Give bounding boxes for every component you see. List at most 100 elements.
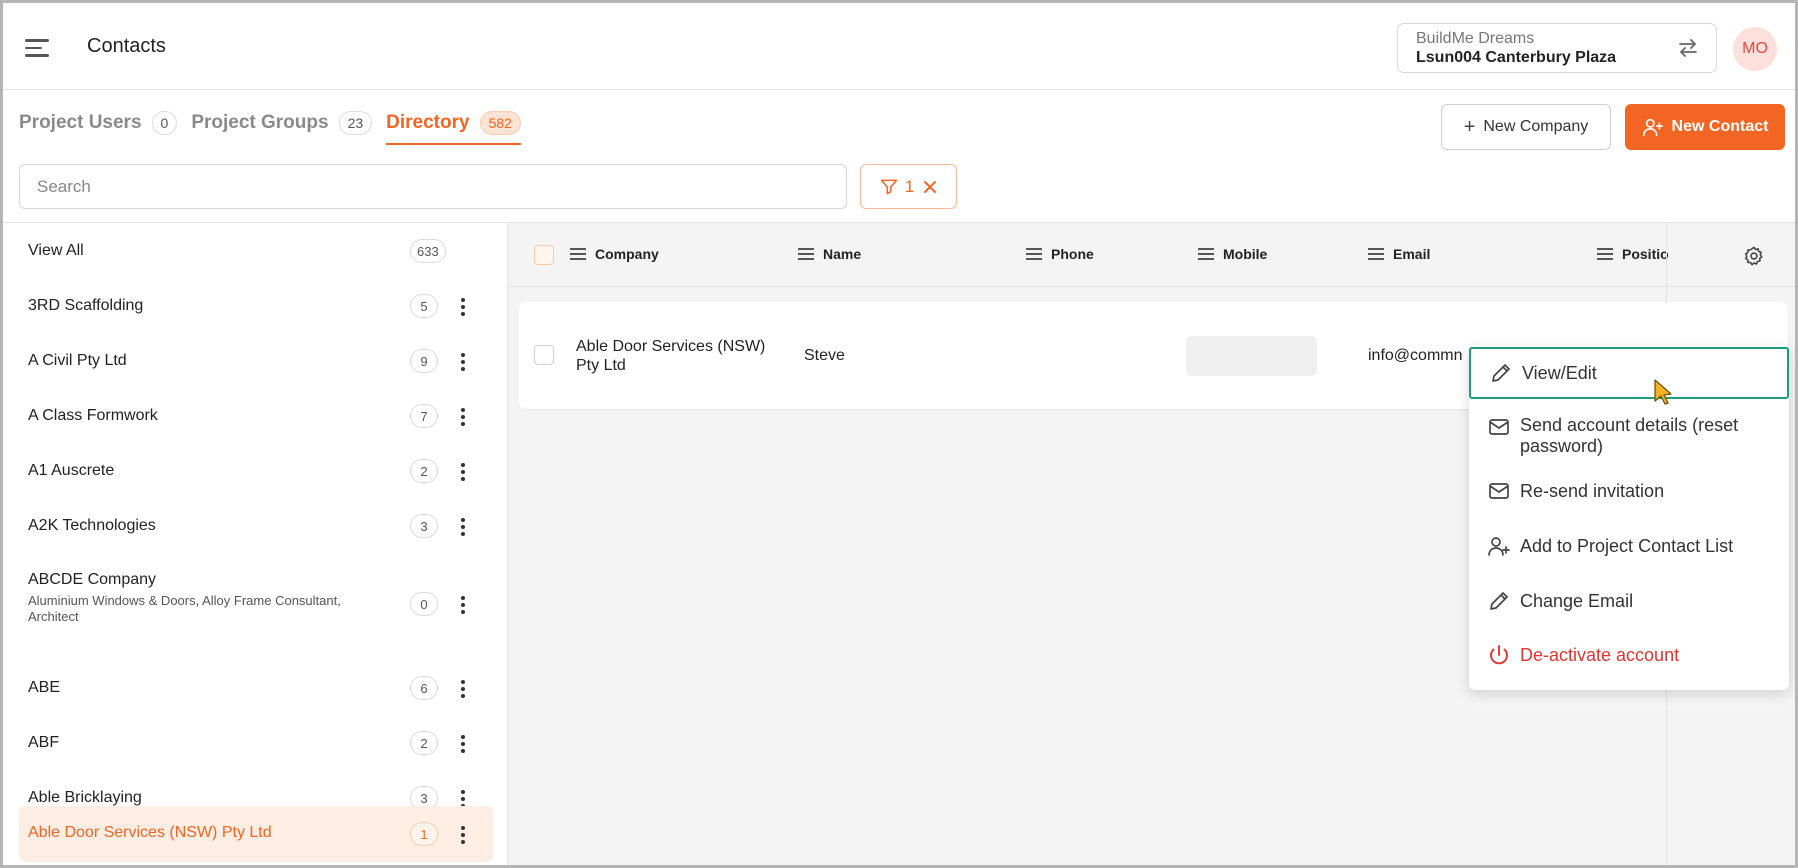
pencil-icon [1490,592,1508,610]
sidebar-item-label: A2K Technologies [28,517,156,534]
contact-tabs: Project Users 0 Project Groups 23 Direct… [19,111,535,151]
sidebar-item-a-class-formwork[interactable]: A Class Formwork 7 [19,361,493,428]
menu-item-change-email[interactable]: Change Email [1469,589,1789,623]
menu-item-send-account-details[interactable]: Send account details (reset password) [1469,415,1789,461]
new-contact-button[interactable]: New Contact [1625,104,1785,150]
more-options-icon[interactable] [459,824,467,845]
close-icon[interactable] [922,179,938,195]
avatar[interactable]: MO [1733,27,1777,71]
new-company-label: New Company [1483,118,1589,135]
menu-item-view-edit[interactable]: View/Edit [1469,347,1789,399]
top-header: Contacts BuildMe Dreams Lsun004 Canterbu… [3,3,1795,90]
column-phone[interactable]: Phone [1026,245,1094,263]
tab-label: Project Groups [191,112,329,133]
mail-icon [1489,419,1509,435]
column-label: Company [595,246,659,262]
column-label: Email [1393,246,1431,262]
project-switcher[interactable]: BuildMe Dreams Lsun004 Canterbury Plaza [1397,23,1717,73]
column-position[interactable]: Positio [1597,245,1669,263]
drag-handle-icon [1026,245,1042,263]
search-input[interactable] [19,164,847,209]
funnel-icon [880,179,898,194]
drag-handle-icon [798,245,814,263]
sidebar-item-able-door-services[interactable]: Able Door Services (NSW) Pty Ltd 1 [19,806,493,862]
company-line: Pty Ltd [576,357,626,374]
app-window: Contacts BuildMe Dreams Lsun004 Canterbu… [0,0,1798,868]
email-cell: info@commn [1368,347,1463,364]
plus-icon: + [1463,115,1476,138]
sidebar-item-3rd-scaffolding[interactable]: 3RD Scaffolding 5 [19,251,493,318]
page-title: Contacts [87,35,166,57]
power-icon [1490,645,1508,665]
select-all-checkbox[interactable] [534,245,554,265]
project-name: Lsun004 Canterbury Plaza [1416,49,1617,66]
tab-label: Directory [386,112,470,133]
sidebar-item-subtitle: Aluminium Windows & Doors, Alloy Frame C… [28,593,341,624]
column-label: Phone [1051,246,1094,262]
sidebar-item-a2k-technologies[interactable]: A2K Technologies 3 [19,471,493,538]
gear-icon[interactable] [1743,245,1765,267]
filter-chip[interactable]: 1 [860,164,957,209]
sidebar-item-text: ABCDE Company Aluminium Windows & Doors,… [28,571,388,625]
drag-handle-icon [570,245,586,263]
user-plus-icon [1642,118,1663,137]
company-cell: Able Door Services (NSW) Pty Ltd [576,337,765,375]
row-context-menu: View/Edit Send account details (reset pa… [1469,345,1789,690]
column-company[interactable]: Company [570,245,659,263]
swap-arrows-icon[interactable] [1676,36,1700,60]
filter-count: 1 [904,176,915,196]
sidebar-item-abcde-company[interactable]: ABCDE Company Aluminium Windows & Doors,… [19,571,493,637]
org-name: BuildMe Dreams [1416,30,1535,47]
column-label: Name [823,246,862,262]
menu-icon[interactable] [25,39,49,57]
sidebar-item-abe[interactable]: ABE 6 [19,633,493,700]
menu-item-label: Add to Project Contact List [1520,536,1734,556]
menu-item-label: De-activate account [1520,645,1680,665]
drag-handle-icon [1198,245,1214,263]
column-email[interactable]: Email [1368,245,1430,263]
menu-item-resend-invitation[interactable]: Re-send invitation [1469,479,1789,513]
menu-item-label: View/Edit [1522,363,1597,383]
more-options-icon[interactable] [459,516,467,537]
mouse-cursor-icon [1654,379,1672,405]
sidebar-item-able-bricklaying[interactable]: Able Bricklaying 3 [19,743,493,810]
column-name[interactable]: Name [798,245,861,263]
menu-item-label: Send account details (reset password) [1520,415,1739,456]
sidebar-item-label: Able Door Services (NSW) Pty Ltd [28,824,272,841]
name-cell: Steve [804,347,845,364]
count-badge: 0 [410,592,438,616]
sidebar-item-abf[interactable]: ABF 2 [19,688,493,755]
tab-project-users[interactable]: Project Users 0 [19,111,178,143]
mail-icon [1489,483,1509,499]
column-label: Mobile [1223,246,1268,262]
user-plus-icon [1488,537,1510,556]
sidebar-item-a-civil[interactable]: A Civil Pty Ltd 9 [19,306,493,373]
column-label: Positio [1622,246,1669,262]
more-options-icon[interactable] [459,594,467,615]
count-badge: 1 [410,822,438,846]
sidebar-item-label: ABCDE Company [28,571,157,588]
new-company-button[interactable]: + New Company [1441,104,1611,150]
sidebar-item-label: Able Bricklaying [28,789,142,806]
menu-item-add-to-contact-list[interactable]: Add to Project Contact List [1469,534,1789,568]
tab-project-groups[interactable]: Project Groups 23 [191,111,373,143]
count-badge: 3 [410,514,438,538]
pencil-icon [1492,364,1510,382]
menu-item-deactivate-account[interactable]: De-activate account [1469,643,1789,677]
mobile-cell [1186,336,1317,376]
row-checkbox[interactable] [534,345,554,365]
column-mobile[interactable]: Mobile [1198,245,1267,263]
menu-item-label: Re-send invitation [1520,481,1665,501]
table-header: Company Name Phone Mobile Email Positio [508,223,1795,287]
menu-item-label: Change Email [1520,591,1634,611]
company-line: Able Door Services (NSW) [576,338,766,355]
tab-count-badge: 23 [338,111,373,135]
tab-count-badge: 582 [479,111,521,135]
drag-handle-icon [1597,245,1613,263]
new-contact-label: New Contact [1671,118,1769,135]
company-list: View All 633 3RD Scaffolding 5 A Civil P… [3,222,508,865]
drag-handle-icon [1368,245,1384,263]
sidebar-item-a1-auscrete[interactable]: A1 Auscrete 2 [19,416,493,483]
tab-count-badge: 0 [151,111,178,135]
tab-directory[interactable]: Directory 582 [386,111,521,145]
